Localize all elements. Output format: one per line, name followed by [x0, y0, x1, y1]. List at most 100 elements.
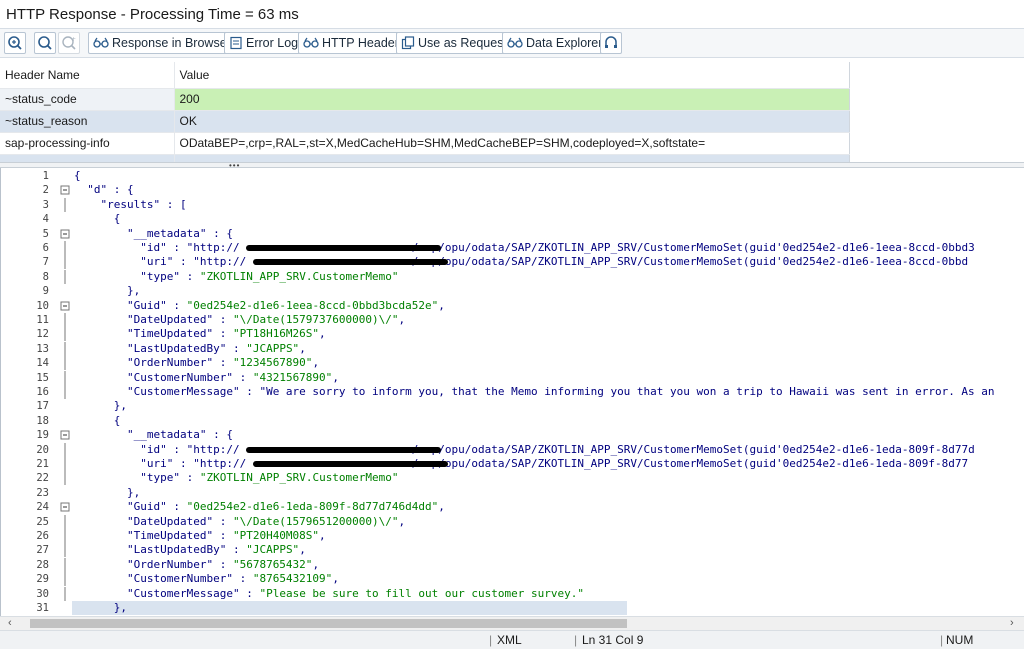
fold-toggle-icon[interactable]: [58, 500, 72, 514]
code-line[interactable]: 21 "uri" : "http:// /sap/opu/odata/SAP/Z…: [1, 457, 1024, 471]
scroll-right-icon[interactable]: ›: [1010, 617, 1014, 629]
header-value-cell: OK: [174, 110, 850, 133]
fold-line-icon: [58, 370, 72, 385]
line-number: 19: [36, 429, 49, 442]
line-number: 9: [42, 285, 49, 298]
code-line[interactable]: 14 "OrderNumber" : "1234567890",: [1, 356, 1024, 371]
find-button[interactable]: [34, 32, 56, 54]
fold-line-icon: [58, 241, 72, 255]
code-line[interactable]: 2 "d" : {: [1, 183, 1024, 197]
code-line[interactable]: 28 "OrderNumber" : "5678765432",: [1, 557, 1024, 572]
code-line[interactable]: 8 "type" : "ZKOTLIN_APP_SRV.CustomerMemo…: [1, 269, 1024, 284]
code-text: "type" : "ZKOTLIN_APP_SRV.CustomerMemo": [140, 471, 399, 485]
code-text: "TimeUpdated" : "PT18H16M26S",: [126, 327, 326, 341]
code-text: "CustomerNumber" : "8765432109",: [126, 572, 339, 586]
line-number: 25: [36, 515, 49, 528]
code-line[interactable]: 4 {: [1, 212, 1024, 226]
line-number: 28: [36, 558, 49, 571]
line-number: 5: [42, 227, 49, 240]
code-text: "type" : "ZKOTLIN_APP_SRV.CustomerMemo": [140, 269, 399, 283]
line-number: 31: [36, 602, 49, 614]
horizontal-scrollbar[interactable]: ‹ ›: [0, 616, 1024, 630]
response-in-browser-label: Response in Browser: [112, 36, 231, 50]
code-line[interactable]: 11 "DateUpdated" : "\/Date(1579737600000…: [1, 313, 1024, 327]
code-line[interactable]: 23 },: [1, 486, 1024, 500]
column-header-value[interactable]: Value: [174, 62, 850, 89]
header-value-cell: 200: [174, 88, 850, 111]
code-line[interactable]: 24 "Guid" : "0ed254e2-d1e6-1eda-809f-8d7…: [1, 500, 1024, 514]
http-header-button[interactable]: HTTP Header: [298, 32, 404, 54]
header-name-cell: [0, 154, 175, 163]
header-name-cell: ~status_code: [0, 88, 175, 111]
code-line[interactable]: 17 },: [1, 399, 1024, 413]
line-number: 24: [36, 501, 49, 514]
http-header-label: HTTP Header: [322, 36, 399, 50]
fold-line-icon: [58, 442, 72, 457]
fold-line-icon: [58, 269, 72, 284]
fold-toggle-icon[interactable]: [58, 227, 72, 241]
code-line[interactable]: 3 "results" : [: [1, 197, 1024, 212]
code-text: "results" : [: [100, 197, 187, 211]
fold-line-icon: [58, 356, 72, 371]
fold-line-icon: [58, 385, 72, 399]
code-text: "uri" : "http:// /sap/opu/odata/SAP/ZKOT…: [140, 255, 969, 269]
code-text: "id" : "http:// /sap/opu/odata/SAP/ZKOTL…: [140, 241, 975, 254]
code-line[interactable]: 25 "DateUpdated" : "\/Date(1579651200000…: [1, 514, 1024, 529]
status-bar: | XML | Ln 31 Col 9 | NUM: [0, 630, 1024, 649]
line-number: 21: [36, 458, 49, 470]
log-icon: [230, 36, 242, 50]
code-line[interactable]: 20 "id" : "http:// /sap/opu/odata/SAP/ZK…: [1, 442, 1024, 457]
line-number: 1: [42, 170, 49, 182]
code-text: "LastUpdatedBy" : "JCAPPS",: [126, 543, 306, 557]
fold-toggle-icon[interactable]: [58, 299, 72, 313]
code-text: },: [74, 284, 141, 298]
table-row[interactable]: ~status_reason OK: [0, 110, 850, 133]
scrollbar-thumb[interactable]: [30, 619, 627, 628]
fold-line-icon: [58, 543, 72, 558]
find-next-button[interactable]: +: [58, 32, 80, 54]
code-line[interactable]: 27 "LastUpdatedBy" : "JCAPPS",: [1, 543, 1024, 558]
code-line[interactable]: 29 "CustomerNumber" : "8765432109",: [1, 572, 1024, 587]
error-log-button[interactable]: Error Log: [224, 32, 304, 54]
scroll-left-icon[interactable]: ‹: [8, 617, 12, 629]
http-header-table: Header Name Value ~status_code 200 ~stat…: [0, 58, 1024, 163]
code-text: {: [74, 169, 81, 182]
code-line[interactable]: 26 "TimeUpdated" : "PT20H40M08S",: [1, 529, 1024, 543]
code-line[interactable]: 1{: [1, 169, 1024, 183]
response-body-editor[interactable]: 1{2 "d" : {3 "results" : [4 {5 "__metada…: [0, 168, 1024, 616]
data-explorer-button[interactable]: Data Explorer: [502, 32, 608, 54]
code-line[interactable]: 16 "CustomerMessage" : "We are sorry to …: [1, 385, 1024, 399]
zoom-in-button[interactable]: [4, 32, 26, 54]
code-line[interactable]: 10 "Guid" : "0ed254e2-d1e6-1eea-8ccd-0bb…: [1, 299, 1024, 313]
column-header-name[interactable]: Header Name: [0, 62, 175, 89]
code-line[interactable]: 22 "type" : "ZKOTLIN_APP_SRV.CustomerMem…: [1, 471, 1024, 486]
code-line[interactable]: 19 "__metadata" : {: [1, 428, 1024, 442]
use-as-request-button[interactable]: Use as Request: [396, 32, 512, 54]
code-line[interactable]: 9 },: [1, 284, 1024, 298]
line-number: 8: [42, 270, 49, 283]
code-line[interactable]: 6 "id" : "http:// /sap/opu/odata/SAP/ZKO…: [1, 241, 1024, 255]
table-row[interactable]: sap-processing-info ODataBEP=,crp=,RAL=,…: [0, 132, 850, 155]
code-line[interactable]: 30 "CustomerMessage" : "Please be sure t…: [1, 586, 1024, 601]
fold-toggle-icon[interactable]: [58, 183, 72, 197]
code-line[interactable]: 15 "CustomerNumber" : "4321567890",: [1, 370, 1024, 385]
format-button[interactable]: [600, 32, 622, 54]
table-row[interactable]: [0, 154, 850, 163]
search-icon: [38, 36, 52, 50]
code-line[interactable]: 18 {: [1, 414, 1024, 428]
code-line[interactable]: 31 },: [1, 601, 1024, 615]
code-line[interactable]: 7 "uri" : "http:// /sap/opu/odata/SAP/ZK…: [1, 255, 1024, 270]
response-in-browser-button[interactable]: Response in Browser: [88, 32, 236, 54]
code-line[interactable]: 13 "LastUpdatedBy" : "JCAPPS",: [1, 341, 1024, 356]
code-line[interactable]: 5 "__metadata" : {: [1, 227, 1024, 241]
window-title: HTTP Response - Processing Time = 63 ms: [0, 0, 1024, 28]
code-line[interactable]: 12 "TimeUpdated" : "PT18H16M26S",: [1, 327, 1024, 342]
header-value-cell: ODataBEP=,crp=,RAL=,st=X,MedCacheHub=SHM…: [174, 132, 850, 155]
line-number: 4: [42, 213, 49, 226]
line-number: 11: [36, 314, 49, 326]
table-row[interactable]: ~status_code 200: [0, 88, 850, 111]
fold-toggle-icon[interactable]: [58, 428, 72, 442]
line-number: 30: [36, 587, 49, 600]
fold-line-icon: [58, 514, 72, 529]
header-name-cell: sap-processing-info: [0, 132, 175, 155]
